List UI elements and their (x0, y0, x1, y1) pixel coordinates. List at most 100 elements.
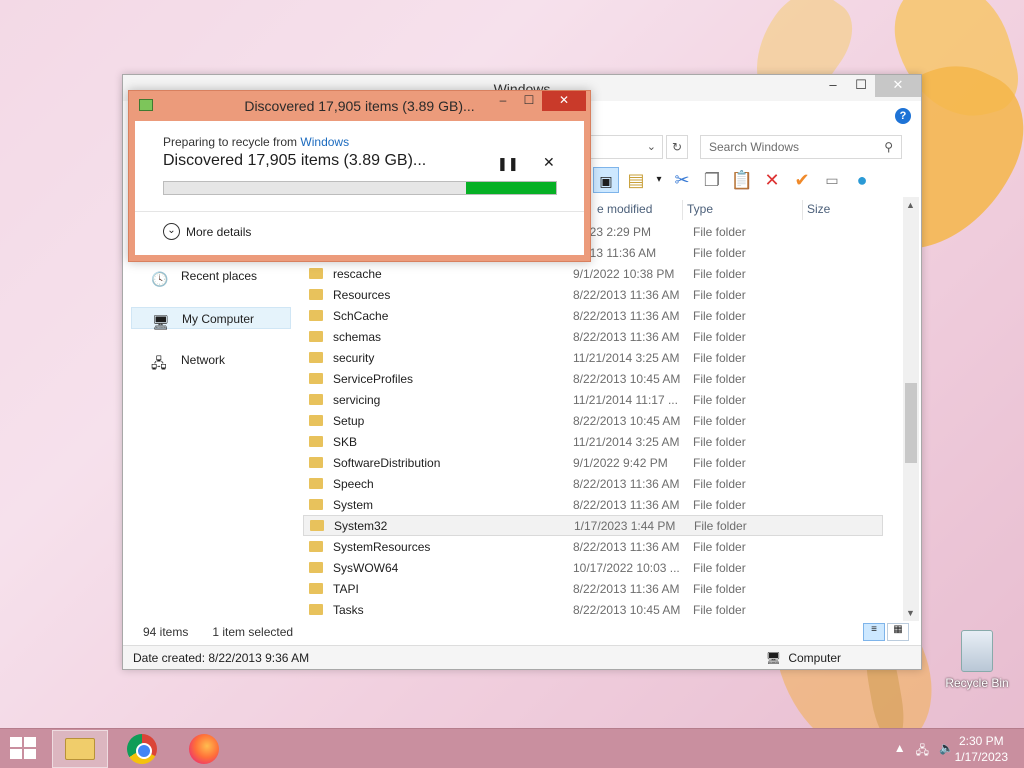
pause-button[interactable]: ❚❚ (497, 156, 519, 172)
volume-icon[interactable]: 🔈 (939, 741, 954, 762)
folder-icon (309, 499, 323, 510)
file-name: Speech (333, 476, 374, 491)
help-icon[interactable]: ? (895, 108, 911, 124)
globe-icon[interactable]: ● (849, 167, 875, 193)
taskbar-firefox[interactable] (176, 730, 232, 768)
folder-icon (309, 457, 323, 468)
table-row[interactable]: SchCache 8/22/2013 11:36 AM File folder (303, 305, 883, 326)
more-details-button[interactable]: ⌄ More details (163, 223, 251, 240)
table-row[interactable]: rescache 9/1/2022 10:38 PM File folder (303, 263, 883, 284)
dialog-body: Preparing to recycle from Windows Discov… (135, 121, 584, 255)
file-type: File folder (693, 266, 746, 281)
file-name: servicing (333, 392, 381, 407)
progress-bar (163, 181, 557, 195)
table-row[interactable]: SKB 11/21/2014 3:25 AM File folder (303, 431, 883, 452)
clock[interactable]: 2:30 PM 1/17/2023 (955, 733, 1008, 765)
properties-icon[interactable]: ▤ (623, 167, 649, 193)
copy-icon[interactable]: ❐ (699, 167, 725, 193)
table-row[interactable]: SysWOW64 10/17/2022 10:03 ... File folder (303, 557, 883, 578)
file-name: TAPI (333, 581, 359, 596)
table-row[interactable]: Speech 8/22/2013 11:36 AM File folder (303, 473, 883, 494)
close-button[interactable]: ✕ (875, 75, 921, 97)
file-date: 8/22/2013 11:36 AM (573, 497, 680, 512)
table-row[interactable]: TAPI 8/22/2013 11:36 AM File folder (303, 578, 883, 599)
folder-icon (309, 352, 323, 363)
dialog-close-button[interactable]: ✕ (542, 91, 586, 111)
column-date-modified[interactable]: e modified (593, 200, 683, 220)
search-input[interactable]: Search Windows ⚲ (700, 135, 902, 159)
file-date: 8/22/2013 11:36 AM (573, 329, 680, 344)
column-size[interactable]: Size (803, 200, 883, 220)
recycle-bin-desktop-icon[interactable]: Recycle Bin (944, 630, 1010, 690)
table-row[interactable]: schemas 8/22/2013 11:36 AM File folder (303, 326, 883, 347)
file-type: File folder (693, 245, 746, 260)
address-dropdown-button[interactable]: ⌄ (588, 135, 663, 159)
table-row[interactable]: ServiceProfiles 8/22/2013 10:45 AM File fo… (303, 368, 883, 389)
dialog-minimize-button[interactable]: ‒ (490, 91, 516, 111)
file-name: rescache (333, 266, 382, 281)
table-row[interactable]: System32 1/17/2023 1:44 PM File folder (303, 515, 883, 536)
selected-count: 1 item selected (212, 625, 294, 639)
scrollbar-thumb[interactable] (905, 383, 917, 463)
start-button[interactable] (10, 737, 38, 761)
column-type[interactable]: Type (683, 200, 803, 220)
recent-places-icon: 🕓 (151, 271, 169, 287)
file-name: System32 (334, 518, 388, 533)
file-type: File folder (693, 308, 746, 323)
file-name: ServiceProfiles (333, 371, 414, 386)
table-row[interactable]: SoftwareDistribution 9/1/2022 9:42 PM File… (303, 452, 883, 473)
search-icon[interactable]: ⚲ (884, 140, 893, 154)
prep-line: Preparing to recycle from Windows (163, 135, 349, 149)
dialog-maximize-button[interactable]: ☐ (516, 91, 542, 111)
file-name: SchCache (333, 308, 389, 323)
status-line: 94 items 1 item selected (143, 625, 293, 639)
show-hidden-icons-icon[interactable]: ▲ (894, 741, 906, 762)
table-row[interactable]: Tasks 8/22/2013 10:45 AM File folder (303, 599, 883, 620)
taskbar-chrome[interactable] (114, 730, 170, 768)
rename-icon[interactable]: ▭ (819, 167, 845, 193)
large-icons-view-icon[interactable]: ▦ (887, 623, 909, 641)
nav-item-network[interactable]: 🖧 Network (131, 349, 291, 371)
table-row[interactable]: security 11/21/2014 3:25 AM File folder (303, 347, 883, 368)
cut-icon[interactable]: ✂ (669, 167, 695, 193)
more-details-label: More details (186, 224, 252, 239)
source-folder-link[interactable]: Windows (300, 135, 349, 149)
delete-icon[interactable]: ✕ (759, 167, 785, 193)
nav-item-label: Network (181, 353, 226, 367)
dialog-window-controls: ‒ ☐ ✕ (490, 91, 586, 111)
nav-item-my-computer[interactable]: 🖥 My Computer (131, 307, 291, 330)
window-controls: ‒ ☐ ✕ (819, 75, 921, 97)
taskbar-file-explorer[interactable] (52, 730, 108, 768)
file-name: Resources (333, 287, 391, 302)
nav-item-label: My Computer (182, 312, 255, 326)
table-row[interactable]: Setup 8/22/2013 10:45 AM File folder (303, 410, 883, 431)
refresh-icon[interactable]: ↻ (666, 135, 688, 159)
vertical-scrollbar[interactable]: ▲ ▼ (903, 197, 919, 621)
table-row[interactable]: System 8/22/2013 11:36 AM File folder (303, 494, 883, 515)
table-row[interactable]: servicing 11/21/2014 11:17 ... File folder (303, 389, 883, 410)
cancel-button[interactable]: ✕ (543, 154, 555, 171)
table-row[interactable]: Resources 8/22/2013 11:36 AM File folder (303, 284, 883, 305)
paste-icon[interactable]: 📋 (729, 167, 755, 193)
checkmark-icon[interactable]: ✔ (789, 167, 815, 193)
file-date: 10/17/2022 10:03 ... (573, 560, 680, 575)
table-row[interactable]: SystemResources 8/22/2013 11:36 AM File fo… (303, 536, 883, 557)
file-type: File folder (693, 581, 746, 596)
file-type: File folder (693, 602, 746, 617)
file-date: 9/1/2022 9:42 PM (573, 455, 668, 470)
details-view-icon[interactable]: ≡ (863, 623, 885, 641)
scroll-up-icon[interactable]: ▲ (906, 200, 915, 210)
recycle-bin-icon (961, 630, 993, 672)
nav-item-recent-places[interactable]: 🕓 Recent places (131, 265, 291, 287)
network-status-icon[interactable]: 🖧 (916, 741, 929, 762)
minimize-button[interactable]: ‒ (819, 75, 847, 97)
scroll-down-icon[interactable]: ▼ (906, 608, 915, 618)
file-date: 1/17/2023 1:44 PM (574, 518, 676, 533)
dialog-titlebar[interactable]: Discovered 17,905 items (3.89 GB)... ‒ ☐… (129, 91, 590, 121)
maximize-button[interactable]: ☐ (847, 75, 875, 97)
preview-pane-icon[interactable]: ▣ (593, 167, 619, 193)
file-name: SoftwareDistribution (333, 455, 441, 470)
file-date: 8/22/2013 10:45 AM (573, 602, 681, 617)
dropdown-arrow-icon[interactable]: ▾ (653, 167, 665, 193)
system-tray: ▲ 🖧 🔈 (894, 741, 954, 762)
